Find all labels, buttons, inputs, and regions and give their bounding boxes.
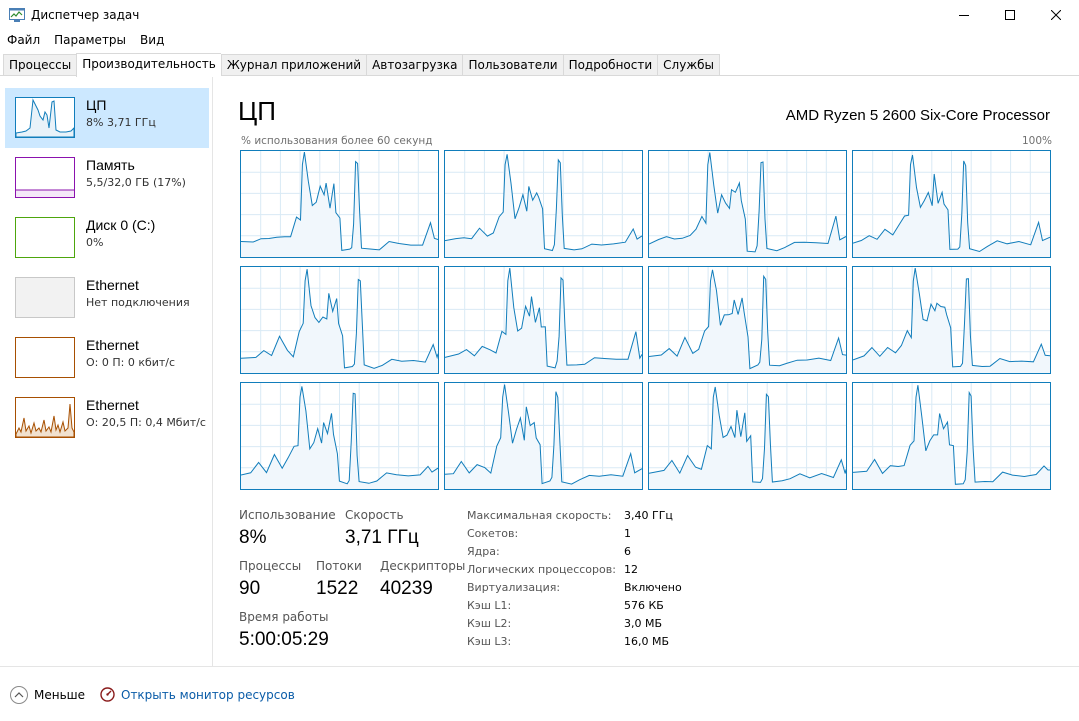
maximize-button[interactable] bbox=[987, 0, 1033, 30]
cpu-core-graph bbox=[648, 266, 847, 374]
sidebar-item-title: ЦП bbox=[86, 97, 107, 113]
usage-label: Использование bbox=[239, 508, 336, 522]
cpu-core-graph bbox=[444, 266, 643, 374]
cpu-core-graph bbox=[852, 150, 1051, 258]
info-value-l2: 3,0 МБ bbox=[624, 617, 663, 630]
sidebar-item-subtitle: 8% 3,71 ГГц bbox=[86, 116, 156, 129]
sidebar-item-subtitle: О: 0 П: 0 кбит/с bbox=[86, 356, 176, 369]
usage-value: 8% bbox=[239, 527, 267, 548]
sidebar-item-title: Ethernet bbox=[86, 397, 139, 413]
tab-app-history[interactable]: Журнал приложений bbox=[220, 54, 367, 76]
sidebar-item-subtitle: О: 20,5 П: 0,4 Мбит/с bbox=[86, 416, 206, 429]
threads-value: 1522 bbox=[316, 578, 359, 599]
speed-label: Скорость bbox=[345, 508, 404, 522]
tab-details[interactable]: Подробности bbox=[562, 54, 658, 76]
cpu-core-graph bbox=[852, 382, 1051, 490]
info-value-cores: 6 bbox=[624, 545, 631, 558]
cpu-core-graph bbox=[240, 266, 439, 374]
menu-view[interactable]: Вид bbox=[133, 31, 171, 51]
cpu-core-graph bbox=[444, 150, 643, 258]
tab-strip: Процессы Производительность Журнал прило… bbox=[3, 53, 721, 77]
info-value-virtualization: Включено bbox=[624, 581, 682, 594]
ethernet-thumbnail bbox=[15, 397, 75, 438]
info-label-l2: Кэш L2: bbox=[467, 617, 512, 630]
sidebar-item-title: Диск 0 (C:) bbox=[86, 217, 156, 233]
info-label-sockets: Сокетов: bbox=[467, 527, 519, 540]
tab-users[interactable]: Пользователи bbox=[462, 54, 563, 76]
ethernet-thumbnail bbox=[15, 337, 75, 378]
info-label-cores: Ядра: bbox=[467, 545, 500, 558]
sidebar-item-disk[interactable]: Диск 0 (C:) 0% bbox=[5, 208, 209, 268]
open-resource-monitor-label: Открыть монитор ресурсов bbox=[121, 687, 295, 702]
minimize-button[interactable] bbox=[941, 0, 987, 30]
task-manager-icon bbox=[9, 8, 25, 22]
footer-divider bbox=[0, 666, 1079, 667]
memory-thumbnail bbox=[15, 157, 75, 198]
cpu-core-graph bbox=[240, 382, 439, 490]
graph-axis-max: 100% bbox=[1021, 135, 1052, 147]
menu-options[interactable]: Параметры bbox=[47, 31, 133, 51]
sidebar-item-title: Память bbox=[86, 157, 135, 173]
close-button[interactable] bbox=[1033, 0, 1079, 30]
ethernet-thumbnail bbox=[15, 277, 75, 318]
open-resource-monitor-link[interactable]: Открыть монитор ресурсов bbox=[100, 687, 295, 702]
sidebar-item-ethernet-3[interactable]: Ethernet О: 20,5 П: 0,4 Мбит/с bbox=[5, 388, 209, 448]
cpu-core-graph bbox=[648, 150, 847, 258]
cpu-core-graphs bbox=[240, 150, 1053, 490]
info-value-l1: 576 КБ bbox=[624, 599, 664, 612]
info-value-logical: 12 bbox=[624, 563, 638, 576]
chevron-up-icon bbox=[10, 686, 28, 704]
handles-value: 40239 bbox=[380, 578, 433, 599]
window-title: Диспетчер задач bbox=[31, 8, 140, 22]
cpu-thumbnail bbox=[15, 97, 75, 138]
tab-performance[interactable]: Производительность bbox=[76, 53, 221, 77]
processes-value: 90 bbox=[239, 578, 261, 599]
sidebar-item-ethernet-2[interactable]: Ethernet О: 0 П: 0 кбит/с bbox=[5, 328, 209, 388]
sidebar-item-title: Ethernet bbox=[86, 337, 139, 353]
info-label-logical: Логических процессоров: bbox=[467, 563, 616, 576]
title-bar[interactable]: Диспетчер задач bbox=[0, 0, 1079, 30]
resource-monitor-icon bbox=[100, 687, 115, 702]
sidebar-item-subtitle: 5,5/32,0 ГБ (17%) bbox=[86, 176, 186, 189]
maximize-icon bbox=[1005, 10, 1015, 20]
info-label-virtualization: Виртуализация: bbox=[467, 581, 561, 594]
menu-file[interactable]: Файл bbox=[0, 31, 47, 51]
cpu-core-graph bbox=[444, 382, 643, 490]
sidebar-item-subtitle: Нет подключения bbox=[86, 296, 190, 309]
panel-divider bbox=[212, 76, 213, 666]
tab-services[interactable]: Службы bbox=[657, 54, 721, 76]
disk-thumbnail bbox=[15, 217, 75, 258]
uptime-label: Время работы bbox=[239, 610, 329, 624]
cpu-core-graph bbox=[852, 266, 1051, 374]
sidebar-item-ethernet-1[interactable]: Ethernet Нет подключения bbox=[5, 268, 209, 328]
sidebar-item-subtitle: 0% bbox=[86, 236, 104, 249]
resource-list: ЦП 8% 3,71 ГГц Память 5,5/32,0 ГБ (17%) … bbox=[0, 76, 212, 666]
sidebar-item-cpu[interactable]: ЦП 8% 3,71 ГГц bbox=[5, 88, 209, 148]
processes-label: Процессы bbox=[239, 559, 302, 573]
page-title: ЦП bbox=[238, 96, 276, 126]
threads-label: Потоки bbox=[316, 559, 362, 573]
cpu-core-graph bbox=[648, 382, 847, 490]
close-icon bbox=[1051, 10, 1061, 20]
info-label-l1: Кэш L1: bbox=[467, 599, 512, 612]
info-value-l3: 16,0 МБ bbox=[624, 635, 670, 648]
info-value-max-speed: 3,40 ГГц bbox=[624, 509, 673, 522]
info-value-sockets: 1 bbox=[624, 527, 631, 540]
info-label-l3: Кэш L3: bbox=[467, 635, 512, 648]
sidebar-item-title: Ethernet bbox=[86, 277, 139, 293]
cpu-core-graph bbox=[240, 150, 439, 258]
info-label-max-speed: Максимальная скорость: bbox=[467, 509, 612, 522]
tab-processes[interactable]: Процессы bbox=[3, 54, 77, 76]
minimize-icon bbox=[959, 15, 969, 16]
sidebar-item-memory[interactable]: Память 5,5/32,0 ГБ (17%) bbox=[5, 148, 209, 208]
graph-axis-label: % использования более 60 секунд bbox=[241, 135, 433, 147]
tab-startup[interactable]: Автозагрузка bbox=[366, 54, 463, 76]
speed-value: 3,71 ГГц bbox=[345, 527, 419, 548]
fewer-details-label: Меньше bbox=[34, 688, 86, 702]
cpu-model: AMD Ryzen 5 2600 Six-Core Processor bbox=[785, 107, 1050, 124]
fewer-details-button[interactable]: Меньше bbox=[10, 686, 85, 704]
menu-bar: Файл Параметры Вид bbox=[0, 31, 171, 51]
uptime-value: 5:00:05:29 bbox=[239, 629, 329, 650]
handles-label: Дескрипторы bbox=[380, 559, 466, 573]
